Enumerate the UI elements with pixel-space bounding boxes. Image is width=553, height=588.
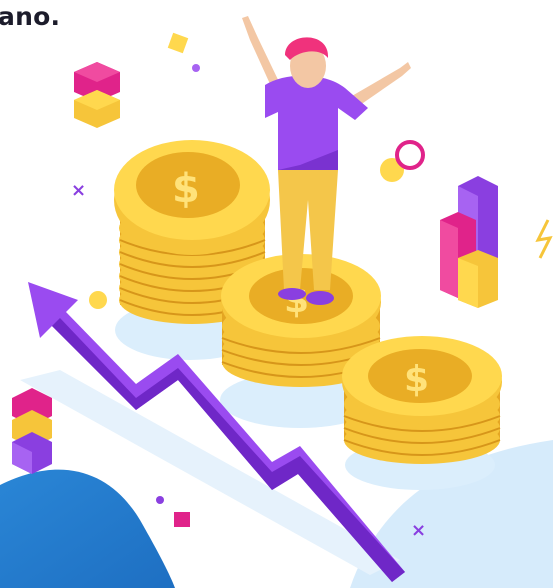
- bar-chart-icon: [440, 176, 498, 308]
- lightning-icon: [535, 219, 553, 259]
- dollar-sign-icon: $: [172, 166, 200, 212]
- dot-decoration: [89, 291, 107, 309]
- cube-stack-icon: [74, 62, 120, 128]
- finance-illustration: $ $ $ × ×: [0, 16, 553, 588]
- dollar-sign-icon: $: [404, 359, 429, 400]
- coin-stack-icon: $: [342, 336, 502, 464]
- magenta-square-decoration: [174, 512, 190, 527]
- illustration-canvas: ano. $ $ $ × ×: [0, 0, 553, 588]
- dot-decoration: [156, 496, 164, 504]
- gold-diamond-decoration: [167, 32, 189, 54]
- dot-decoration: [192, 64, 200, 72]
- blue-blob-left: [0, 469, 175, 588]
- ring-icon: [395, 140, 425, 170]
- cross-icon: ×: [411, 520, 426, 541]
- cross-icon: ×: [71, 180, 86, 201]
- cube-stack-icon: [12, 388, 52, 474]
